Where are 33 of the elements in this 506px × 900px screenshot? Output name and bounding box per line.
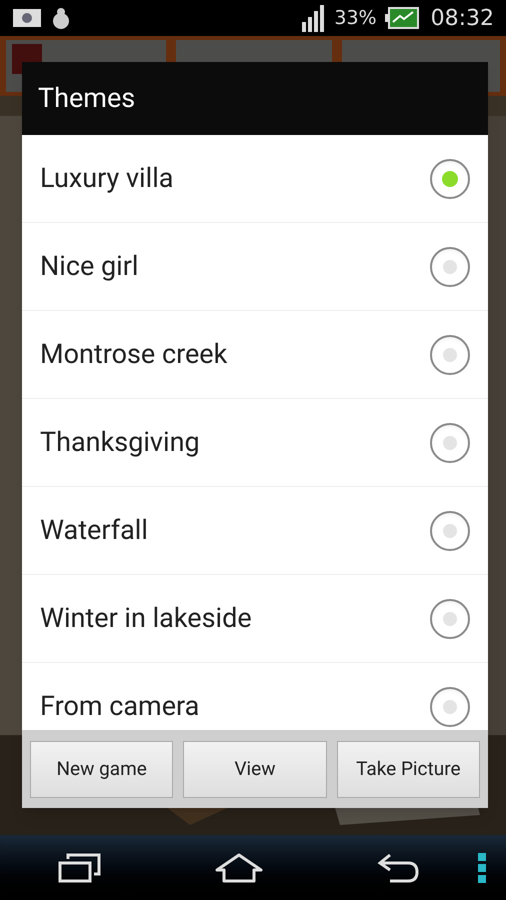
overflow-menu-icon[interactable] bbox=[478, 852, 486, 882]
theme-option[interactable]: Nice girl bbox=[22, 223, 488, 311]
radio-button[interactable] bbox=[430, 686, 470, 726]
battery-icon bbox=[384, 6, 419, 30]
option-label: Winter in lakeside bbox=[40, 601, 252, 636]
radio-button[interactable] bbox=[430, 334, 470, 374]
dialog-title: Themes bbox=[38, 81, 136, 116]
radio-button[interactable] bbox=[430, 510, 470, 550]
photo-icon bbox=[12, 7, 42, 29]
clock: 08:32 bbox=[430, 4, 494, 32]
option-label: Thanksgiving bbox=[40, 425, 200, 460]
theme-option[interactable]: Luxury villa bbox=[22, 135, 488, 223]
radio-button[interactable] bbox=[430, 158, 470, 198]
option-label: Nice girl bbox=[40, 249, 138, 284]
battery-percent: 33% bbox=[334, 6, 377, 31]
theme-option[interactable]: Thanksgiving bbox=[22, 399, 488, 487]
option-label: Luxury villa bbox=[40, 161, 174, 196]
dialog-button[interactable]: Take Picture bbox=[336, 740, 480, 798]
theme-option[interactable]: Montrose creek bbox=[22, 311, 488, 399]
option-label: Waterfall bbox=[40, 513, 148, 548]
signal-icon bbox=[302, 4, 326, 32]
back-icon[interactable] bbox=[376, 852, 420, 884]
dialog-button[interactable]: View bbox=[183, 740, 327, 798]
radio-button[interactable] bbox=[430, 422, 470, 462]
home-icon[interactable] bbox=[214, 852, 264, 884]
radio-button[interactable] bbox=[430, 598, 470, 638]
theme-option[interactable]: Waterfall bbox=[22, 487, 488, 575]
dialog-button[interactable]: New game bbox=[30, 740, 174, 798]
option-label: Montrose creek bbox=[40, 337, 228, 372]
recent-apps-icon[interactable] bbox=[58, 852, 102, 884]
theme-option[interactable]: Winter in lakeside bbox=[22, 575, 488, 663]
option-label: From camera bbox=[40, 689, 200, 724]
radio-button[interactable] bbox=[430, 246, 470, 286]
